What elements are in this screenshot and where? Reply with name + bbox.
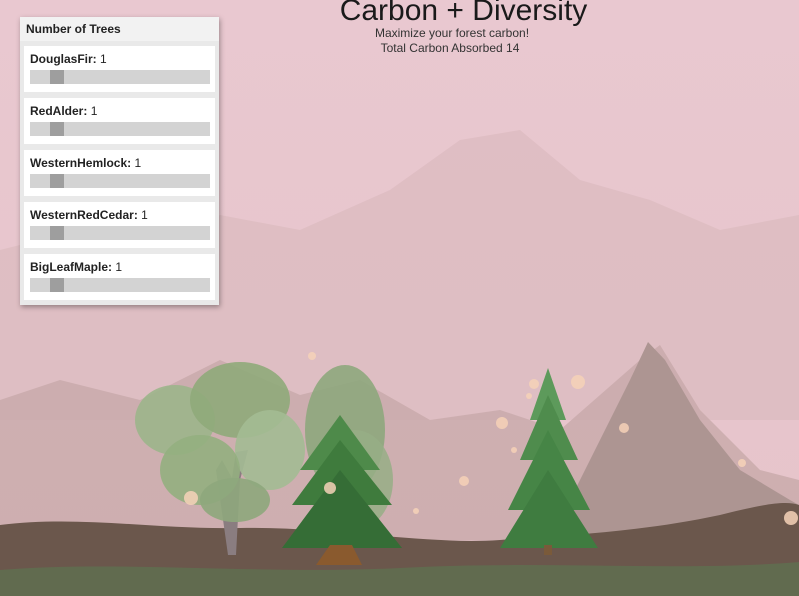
tree-count: 1 [115, 260, 123, 274]
tree-row-bigleaf-maple: BigLeafMaple: 1 [24, 254, 215, 300]
tree-label: DouglasFir: 1 [30, 52, 107, 66]
tree-row-western-hemlock: WesternHemlock: 1 [24, 150, 215, 196]
tree-count: 1 [100, 52, 107, 66]
tree-count-panel: Number of Trees DouglasFir: 1 RedAlder: … [20, 17, 219, 305]
slider-thumb[interactable] [49, 122, 64, 136]
tree-label: WesternHemlock: 1 [30, 156, 142, 170]
tree-count: 1 [141, 208, 148, 222]
slider-thumb[interactable] [49, 226, 64, 240]
tree-slider[interactable] [30, 226, 210, 240]
slider-thumb[interactable] [49, 70, 64, 84]
tree-count: 1 [134, 156, 142, 170]
tree-row-western-red-cedar: WesternRedCedar: 1 [24, 202, 215, 248]
tree-name: RedAlder [30, 104, 84, 118]
tree-label: RedAlder: 1 [30, 104, 98, 118]
tree-slider[interactable] [30, 70, 210, 84]
tree-slider[interactable] [30, 122, 210, 136]
panel-header: Number of Trees [20, 17, 219, 41]
tree-row-red-alder: RedAlder: 1 [24, 98, 215, 144]
tree-name: DouglasFir [30, 52, 93, 66]
tree-name: BigLeafMaple [30, 260, 109, 274]
tree-slider[interactable] [30, 174, 210, 188]
tree-count: 1 [90, 104, 98, 118]
carbon-label: Total Carbon Absorbed [380, 41, 503, 55]
carbon-value: 14 [506, 41, 520, 55]
carbon-readout: Total Carbon Absorbed 14 [250, 41, 650, 55]
game-title: Carbon + Diversity [339, 0, 588, 27]
tree-label: BigLeafMaple: 1 [30, 260, 123, 274]
game-subtitle: Maximize your forest carbon! [374, 26, 530, 40]
tree-label: WesternRedCedar: 1 [30, 208, 148, 222]
tree-slider[interactable] [30, 278, 210, 292]
slider-thumb[interactable] [49, 278, 64, 292]
slider-thumb[interactable] [49, 174, 64, 188]
tree-name: WesternRedCedar [30, 208, 134, 222]
tree-row-douglas-fir: DouglasFir: 1 [24, 46, 215, 92]
tree-name: WesternHemlock [30, 156, 128, 170]
